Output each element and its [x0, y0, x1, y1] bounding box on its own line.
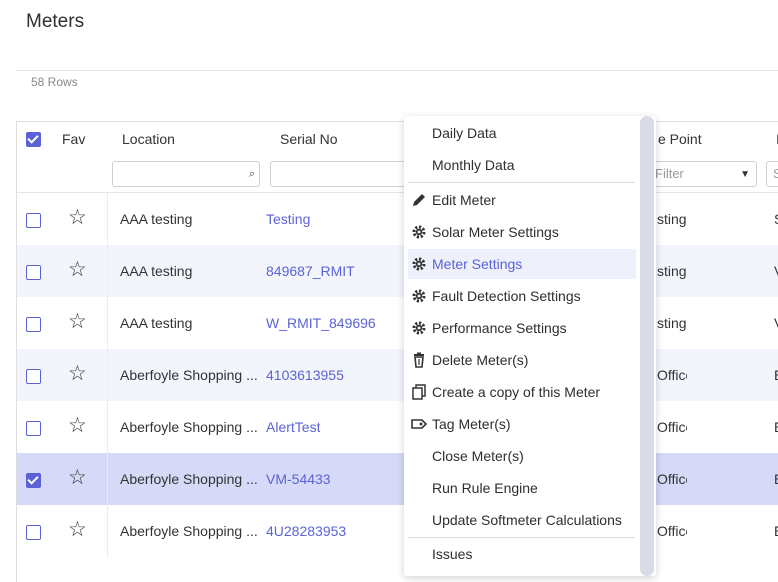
header-clipped-column[interactable]: e Point [658, 131, 702, 147]
search-icon: ⌕ [248, 168, 255, 180]
pencil-icon [413, 194, 425, 206]
clipped-filter-2-value: S [773, 166, 778, 181]
menu-divider [408, 182, 635, 183]
star-icon[interactable]: ☆ [68, 363, 87, 384]
context-menu: Daily Data Monthly Data Edit Meter Solar… [404, 116, 656, 576]
clipped-filter-placeholder: Filter [655, 166, 684, 181]
location-cell: AAA testing [120, 263, 193, 279]
location-cell: Aberfoyle Shopping ... [120, 367, 258, 383]
trash-icon [414, 352, 424, 368]
table-row[interactable]: ☆ Aberfoyle Shopping ... AlertTest Offic… [17, 401, 778, 453]
location-cell: AAA testing [120, 211, 193, 227]
clipped-cell-2: V [774, 263, 778, 279]
serial-link[interactable]: Testing [266, 211, 310, 227]
row-checkbox[interactable] [26, 265, 41, 280]
serial-filter-input[interactable] [270, 161, 420, 187]
table-row[interactable]: ☆ Aberfoyle Shopping ... 4103613955 Offi… [17, 349, 778, 401]
row-checkbox[interactable] [26, 369, 41, 384]
star-icon[interactable]: ☆ [68, 259, 87, 280]
clipped-cell-2: E [774, 419, 778, 435]
clipped-cell: Office [657, 471, 687, 487]
title-divider [16, 70, 778, 71]
menu-item-fault-detection-settings[interactable]: Fault Detection Settings [408, 281, 636, 311]
select-all-checkbox[interactable] [26, 132, 41, 147]
gear-icon [412, 225, 426, 239]
menu-item-tag-meters[interactable]: Tag Meter(s) [408, 409, 636, 439]
menu-scrollbar[interactable] [640, 116, 654, 576]
clipped-cell: sting [657, 315, 687, 331]
location-filter-input[interactable]: ⌕ [112, 161, 260, 187]
header-location[interactable]: Location [122, 131, 175, 147]
clipped-cell-2: E [774, 523, 778, 539]
serial-link[interactable]: VM-54433 [266, 471, 331, 487]
location-cell: Aberfoyle Shopping ... [120, 523, 258, 539]
header-fav[interactable]: Fav [62, 131, 85, 147]
menu-item-monthly-data[interactable]: Monthly Data [408, 150, 636, 180]
serial-link[interactable]: W_RMIT_849696 [266, 315, 376, 331]
row-checkbox[interactable] [26, 317, 41, 332]
clipped-cell: sting [657, 211, 687, 227]
star-icon[interactable]: ☆ [68, 415, 87, 436]
row-count: 58 Rows [31, 75, 78, 89]
grid-header: Fav Location Serial No e Point I ⌕ Filte… [17, 122, 778, 193]
location-cell: AAA testing [120, 315, 193, 331]
row-checkbox[interactable] [26, 421, 41, 436]
clipped-filter-select[interactable]: Filter ▼ [649, 161, 757, 187]
menu-item-update-softmeter[interactable]: Update Softmeter Calculations [408, 505, 636, 535]
serial-link[interactable]: 4U28283953 [266, 523, 346, 539]
clipped-cell-2: E [774, 471, 778, 487]
gear-icon [412, 289, 426, 303]
menu-item-meter-settings[interactable]: Meter Settings [408, 249, 636, 279]
header-serial-no[interactable]: Serial No [280, 131, 338, 147]
menu-item-delete-meters[interactable]: Delete Meter(s) [408, 345, 636, 375]
gear-icon [412, 257, 426, 271]
gear-icon [412, 321, 426, 335]
menu-item-issues[interactable]: Issues [408, 539, 636, 569]
clipped-cell: Office [657, 419, 687, 435]
star-icon[interactable]: ☆ [68, 311, 87, 332]
copy-icon [412, 384, 426, 400]
menu-item-edit-meter[interactable]: Edit Meter [408, 185, 636, 215]
star-icon[interactable]: ☆ [68, 207, 87, 228]
clipped-cell-2: S [774, 211, 778, 227]
star-icon[interactable]: ☆ [68, 467, 87, 488]
page-title: Meters [26, 11, 85, 32]
serial-link[interactable]: AlertTest [266, 419, 320, 435]
clipped-cell: Office [657, 367, 687, 383]
clipped-cell: Office [657, 523, 687, 539]
row-checkbox[interactable] [26, 213, 41, 228]
table-row[interactable]: ☆ AAA testing 849687_RMIT sting V [17, 245, 778, 297]
table-row[interactable]: ☆ Aberfoyle Shopping ... 4U28283953 Offi… [17, 505, 778, 557]
table-row[interactable]: ☆ AAA testing W_RMIT_849696 sting V [17, 297, 778, 349]
location-cell: Aberfoyle Shopping ... [120, 471, 258, 487]
clipped-cell: sting [657, 263, 687, 279]
menu-item-performance-settings[interactable]: Performance Settings [408, 313, 636, 343]
menu-item-run-rule-engine[interactable]: Run Rule Engine [408, 473, 636, 503]
meters-grid: Fav Location Serial No e Point I ⌕ Filte… [16, 121, 778, 582]
table-row[interactable]: ☆ AAA testing Testing sting S [17, 193, 778, 245]
menu-item-create-copy[interactable]: Create a copy of this Meter [408, 377, 636, 407]
clipped-cell-2: V [774, 315, 778, 331]
location-cell: Aberfoyle Shopping ... [120, 419, 258, 435]
table-row-selected[interactable]: ☆ Aberfoyle Shopping ... VM-54433 Office… [17, 453, 778, 505]
clipped-filter-2[interactable]: S [766, 161, 778, 187]
serial-link[interactable]: 849687_RMIT [266, 263, 355, 279]
star-icon[interactable]: ☆ [68, 519, 87, 540]
chevron-down-icon: ▼ [740, 169, 750, 180]
menu-item-daily-data[interactable]: Daily Data [408, 118, 636, 148]
menu-item-solar-meter-settings[interactable]: Solar Meter Settings [408, 217, 636, 247]
tag-icon [411, 419, 427, 429]
serial-link[interactable]: 4103613955 [266, 367, 344, 383]
row-checkbox[interactable] [26, 473, 41, 488]
menu-divider [408, 537, 635, 538]
menu-item-close-meters[interactable]: Close Meter(s) [408, 441, 636, 471]
clipped-cell-2: E [774, 367, 778, 383]
row-checkbox[interactable] [26, 525, 41, 540]
